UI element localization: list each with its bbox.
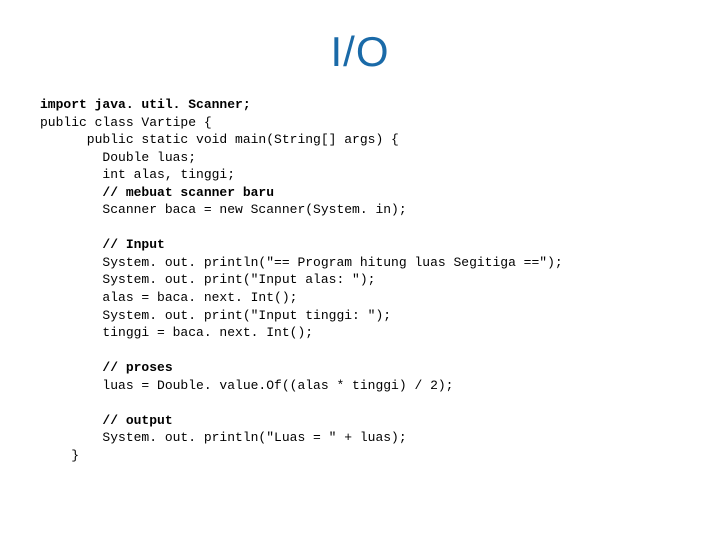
slide: I/O import java. util. Scanner; public c… [0, 0, 720, 540]
code-line: System. out. print("Input tinggi: "); [40, 308, 391, 323]
code-line: int alas, tinggi; [40, 167, 235, 182]
code-line: public class Vartipe { [40, 115, 212, 130]
code-line: // proses [40, 360, 173, 375]
code-line: System. out. println("== Program hitung … [40, 255, 563, 270]
code-line: } [40, 448, 79, 463]
code-line: tinggi = baca. next. Int(); [40, 325, 313, 340]
code-line: alas = baca. next. Int(); [40, 290, 297, 305]
code-line: Double luas; [40, 150, 196, 165]
code-line: // output [40, 413, 173, 428]
code-line: System. out. println("Luas = " + luas); [40, 430, 407, 445]
code-line: System. out. print("Input alas: "); [40, 272, 375, 287]
code-line: // mebuat scanner baru [40, 185, 274, 200]
code-line: import [40, 97, 87, 112]
code-line: public static void main(String[] args) { [40, 132, 399, 147]
code-block: import java. util. Scanner; public class… [0, 96, 720, 464]
code-line: luas = Double. value.Of((alas * tinggi) … [40, 378, 453, 393]
slide-title: I/O [0, 0, 720, 96]
code-line: Scanner baca = new Scanner(System. in); [40, 202, 407, 217]
code-line: // Input [40, 237, 165, 252]
code-line: java. util. Scanner; [87, 97, 251, 112]
